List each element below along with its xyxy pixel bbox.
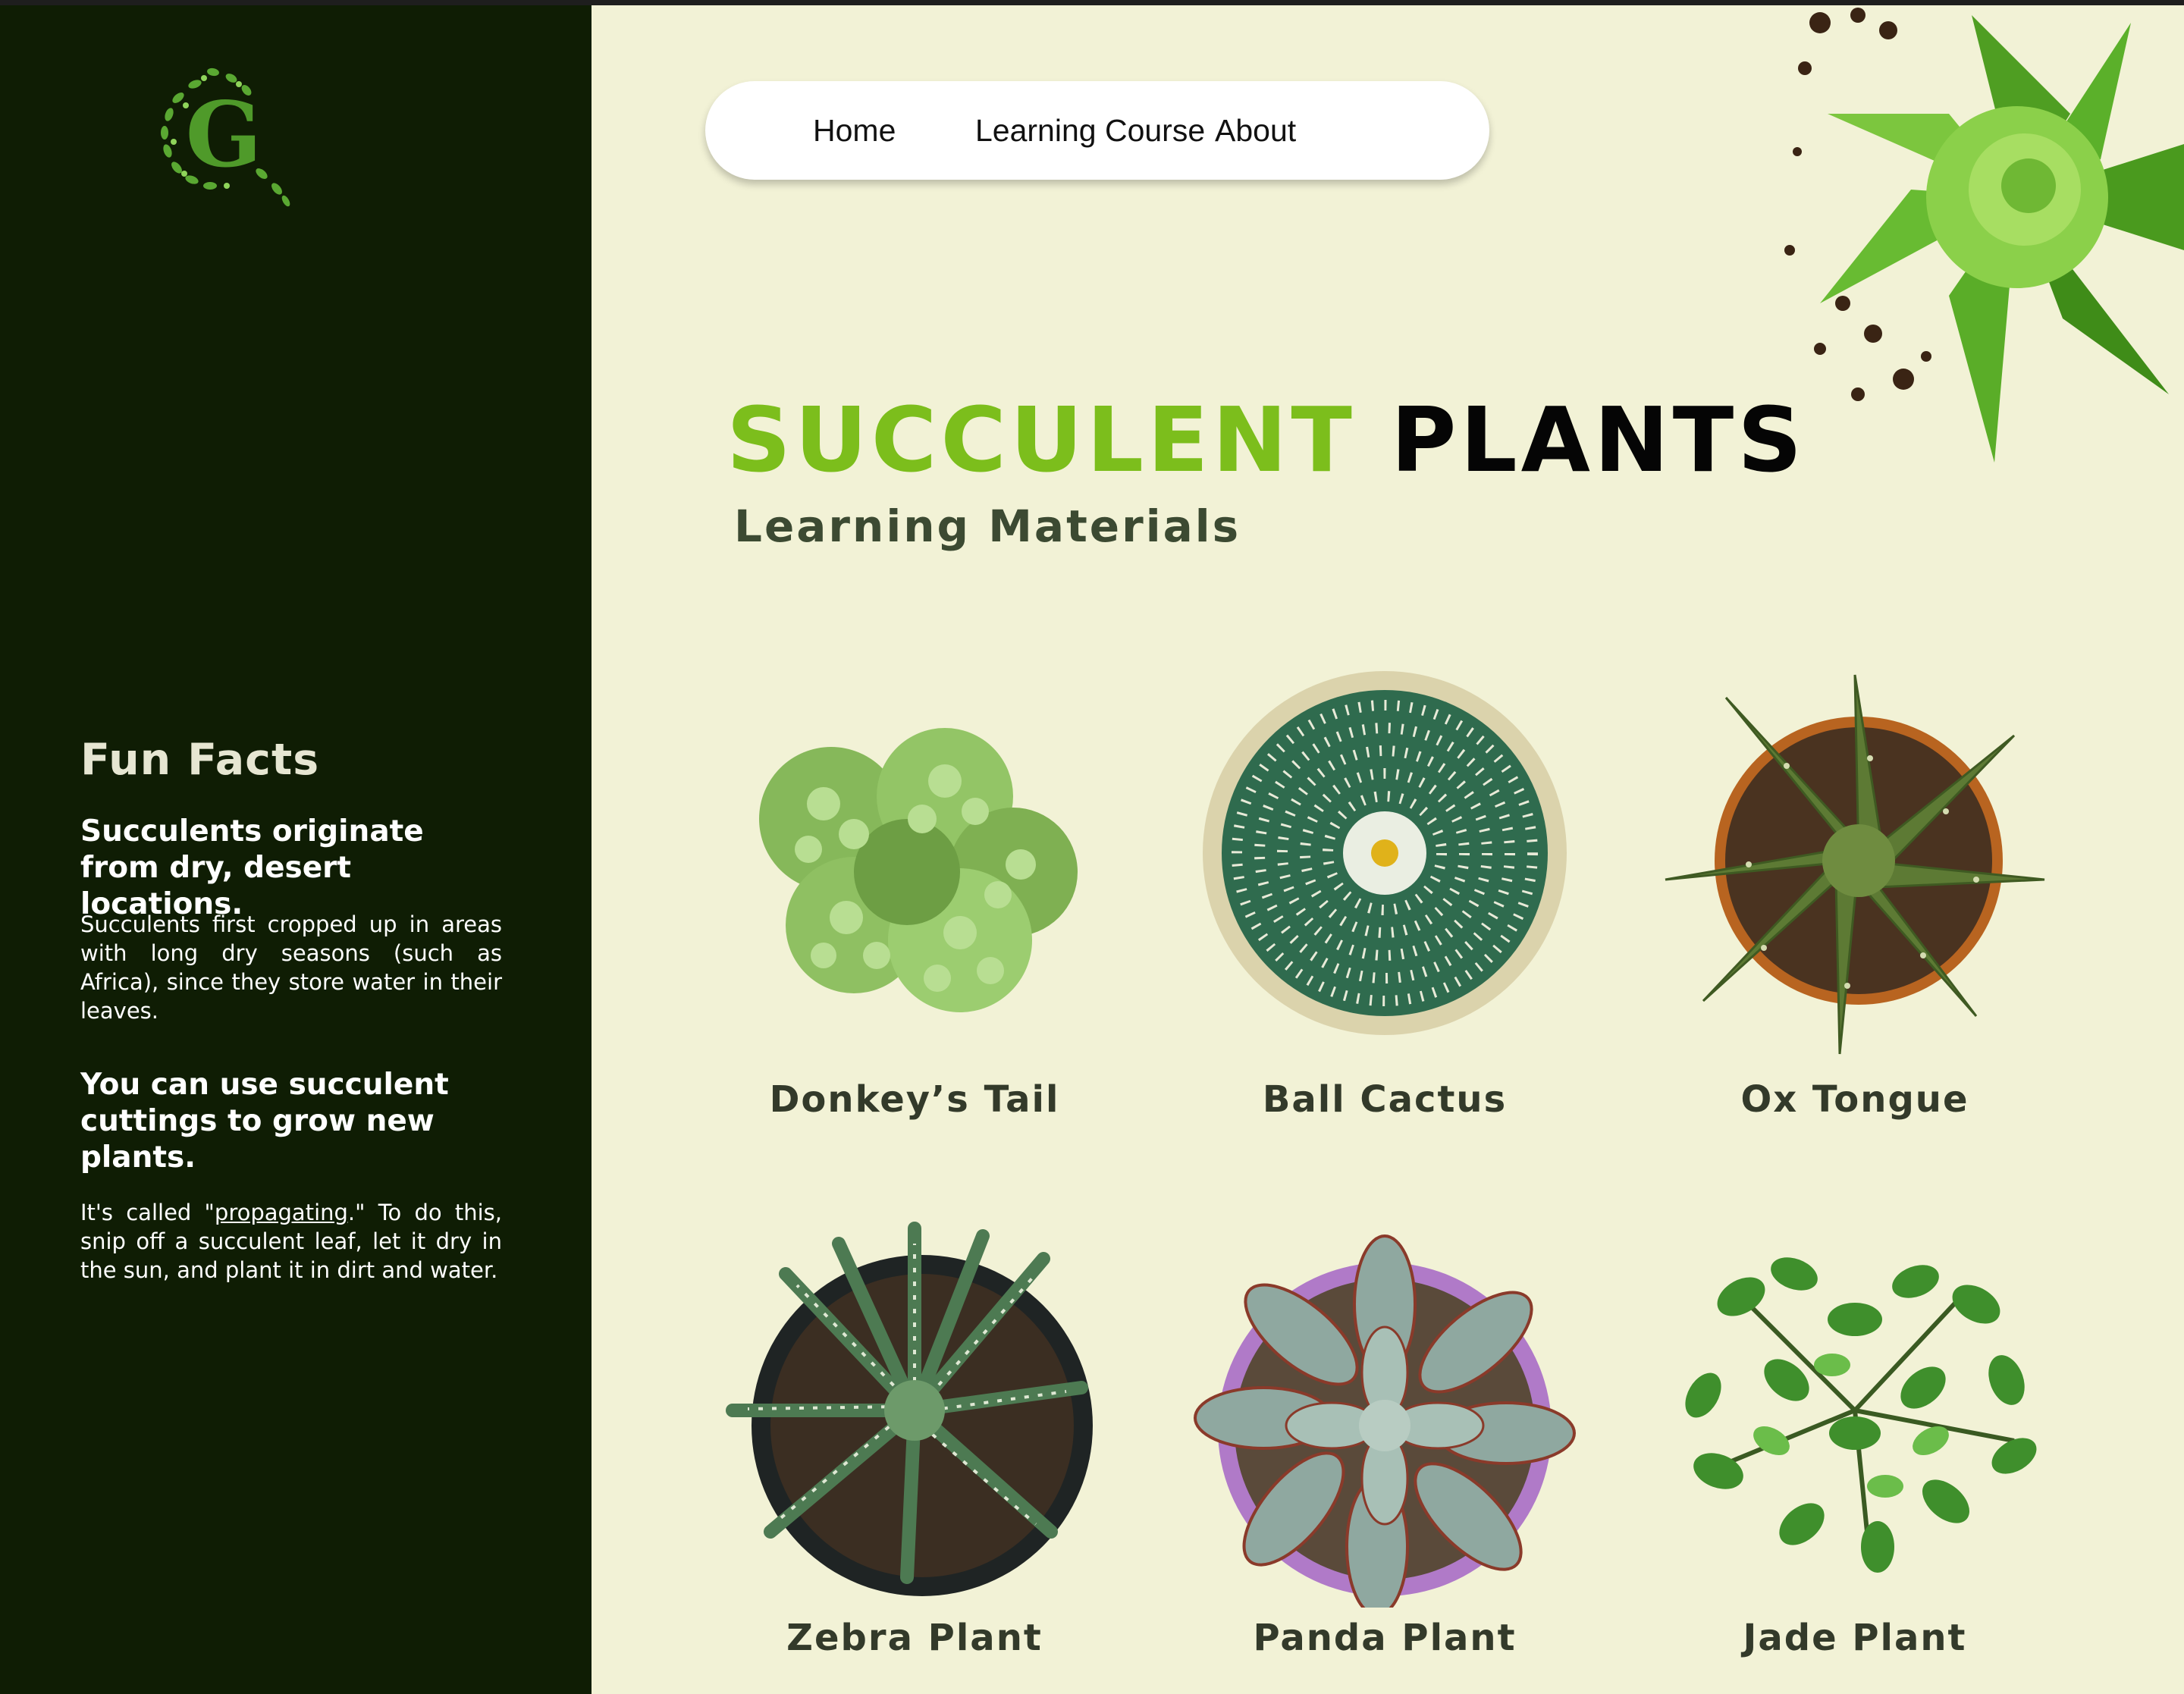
plant-card-ball-cactus[interactable]: Ball Cactus <box>1188 667 1582 1137</box>
plant-name-ox-tongue: Ox Tongue <box>1740 1078 1969 1121</box>
logo[interactable]: G <box>148 52 300 212</box>
plant-name-panda-plant: Panda Plant <box>1253 1617 1517 1659</box>
nav-home[interactable]: Home <box>813 81 896 180</box>
fact-heading-2: You can use succulent cuttings to grow n… <box>80 1068 449 1175</box>
logo-wreath-icon: G <box>161 67 290 207</box>
plant-name-ball-cactus: Ball Cactus <box>1262 1078 1508 1121</box>
sidebar: G Fun Facts Succulents originate from dr… <box>0 5 592 1694</box>
fact-text-1: Succulents first cropped up in areas wit… <box>80 911 502 1024</box>
page-title: SUCCULENT PLANTS <box>726 387 1806 493</box>
ball-cactus-image <box>1203 671 1567 1035</box>
hero-succulent-image <box>1784 8 2184 463</box>
zebra-plant-image <box>726 1222 1093 1596</box>
plant-name-jade-plant: Jade Plant <box>1743 1617 1967 1659</box>
plant-name-donkeys-tail: Donkey’s Tail <box>769 1078 1060 1121</box>
fun-facts-title: Fun Facts <box>80 735 320 785</box>
donkeys-tail-image <box>759 728 1078 1012</box>
nav-about[interactable]: About <box>1215 81 1296 180</box>
title-main-word: PLANTS <box>1390 387 1806 492</box>
plant-card-donkeys-tail[interactable]: Donkey’s Tail <box>717 667 1112 1137</box>
plant-card-ox-tongue[interactable]: Ox Tongue <box>1658 667 2052 1137</box>
plant-card-panda-plant[interactable]: Panda Plant <box>1188 1213 1582 1676</box>
panda-plant-image <box>1194 1234 1576 1608</box>
fact-text-2-before: It's called " <box>80 1200 215 1225</box>
fact-text-2: It's called "propagating." To do this, s… <box>80 1198 502 1285</box>
plant-card-jade-plant[interactable]: Jade Plant <box>1658 1213 2052 1676</box>
title-accent: SUCCULENT <box>726 387 1356 492</box>
plant-name-zebra-plant: Zebra Plant <box>786 1617 1043 1659</box>
svg-text:G: G <box>186 82 262 187</box>
propagating-link[interactable]: propagating <box>215 1200 348 1225</box>
plant-card-zebra-plant[interactable]: Zebra Plant <box>717 1213 1112 1676</box>
fact-heading-1: Succulents originate from dry, desert lo… <box>80 814 424 921</box>
ox-tongue-image <box>1665 674 2045 1055</box>
page-subtitle: Learning Materials <box>734 500 1241 552</box>
jade-plant-image <box>1685 1257 2037 1573</box>
top-nav: Home Learning Course About <box>705 81 1489 180</box>
nav-learning-course[interactable]: Learning Course <box>975 81 1205 180</box>
